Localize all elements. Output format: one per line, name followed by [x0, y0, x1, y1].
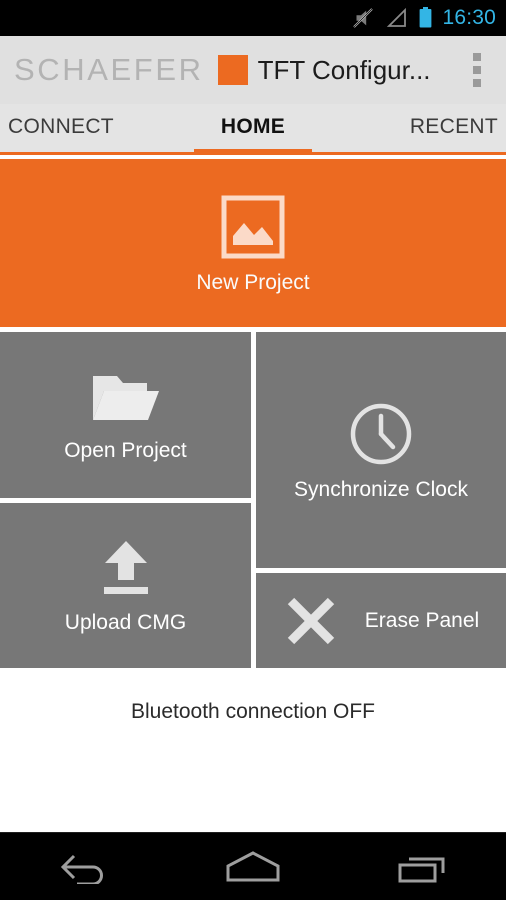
overflow-dot-icon: [473, 53, 481, 61]
tile-label-new-project: New Project: [196, 270, 310, 294]
upload-icon: [103, 541, 148, 594]
overflow-dot-icon: [473, 66, 481, 74]
brand-square-icon: [217, 55, 248, 85]
tile-label-erase-panel: Erase Panel: [364, 609, 480, 632]
mute-icon: [353, 8, 374, 28]
tile-erase-panel[interactable]: Erase Panel: [256, 573, 506, 668]
signal-icon: [387, 7, 407, 27]
bluetooth-status-text: Bluetooth connection OFF: [131, 700, 375, 723]
brand-logo-text: SCHAEFER: [14, 52, 204, 87]
close-x-icon: [287, 597, 334, 644]
nav-back-button[interactable]: [24, 833, 144, 900]
page-title: TFT Configur...: [257, 54, 431, 85]
image-icon: [221, 195, 285, 258]
recents-icon: [398, 857, 445, 882]
tile-open-project[interactable]: Open Project: [0, 332, 251, 498]
tile-label-synchronize-clock: Synchronize Clock: [294, 477, 468, 501]
app-bar: SCHAEFER TFT Configur...: [0, 36, 506, 104]
nav-home-button[interactable]: [193, 833, 313, 900]
battery-icon: [420, 7, 432, 28]
tile-synchronize-clock[interactable]: Synchronize Clock: [256, 332, 506, 568]
overflow-menu-button[interactable]: [462, 48, 492, 92]
phone-screen: 16:30 SCHAEFER TFT Configur... CONNECT H…: [0, 0, 506, 900]
home-tile-grid: New Project Open Project Synchronize Clo…: [0, 159, 506, 668]
android-navigation-bar: [0, 832, 506, 900]
folder-icon: [92, 375, 159, 420]
clock-icon: [350, 403, 412, 464]
tab-home[interactable]: HOME: [171, 103, 334, 154]
home-icon: [226, 850, 280, 881]
tile-upload-cmg[interactable]: Upload CMG: [0, 503, 251, 668]
overflow-dot-icon: [473, 79, 481, 87]
tile-label-open-project: Open Project: [64, 438, 187, 462]
tile-label-upload-cmg: Upload CMG: [64, 611, 187, 634]
nav-recents-button[interactable]: [362, 833, 482, 900]
status-bar: 16:30: [0, 0, 506, 36]
tile-new-project[interactable]: New Project: [0, 159, 506, 327]
tab-recent[interactable]: RECENT: [335, 103, 506, 154]
tab-bar: CONNECT HOME RECENT: [0, 104, 506, 155]
tab-connect[interactable]: CONNECT: [0, 103, 171, 154]
status-clock: 16:30: [442, 6, 496, 29]
back-arrow-icon: [61, 854, 104, 884]
